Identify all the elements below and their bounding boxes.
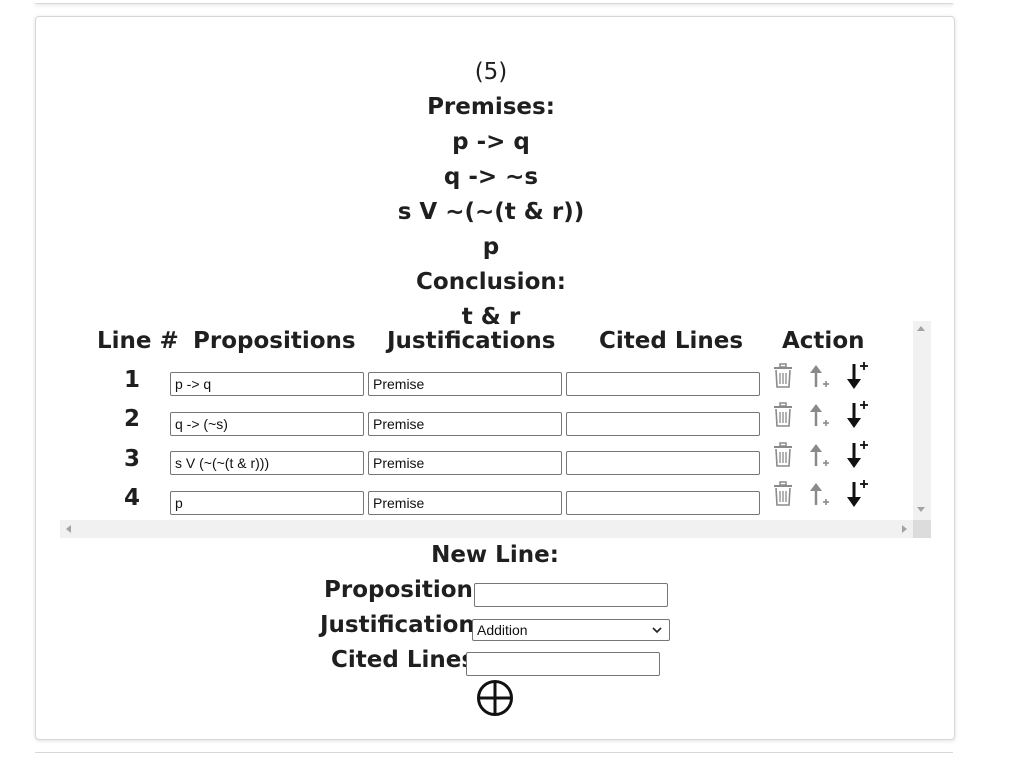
insert-below-icon[interactable] [844, 360, 870, 390]
scroll-left-arrow-icon[interactable] [66, 525, 71, 533]
header-propositions: Propositions [193, 328, 356, 354]
row-4-proposition-input[interactable] [170, 491, 364, 515]
row-4-cited-input[interactable] [566, 491, 760, 515]
row-2-cited-input[interactable] [566, 412, 760, 436]
row-1-justification-input[interactable] [368, 372, 562, 396]
insert-below-icon[interactable] [844, 478, 870, 508]
chevron-down-icon [652, 627, 662, 634]
new-justification-selected: Addition [477, 622, 528, 638]
scroll-right-arrow-icon[interactable] [902, 525, 907, 533]
vertical-scrollbar[interactable] [913, 321, 931, 521]
trash-icon[interactable] [772, 442, 794, 468]
new-cited-lines-input[interactable] [466, 652, 660, 676]
row-2-number: 2 [123, 406, 140, 432]
insert-below-icon[interactable] [844, 439, 870, 469]
trash-icon[interactable] [772, 402, 794, 428]
trash-icon[interactable] [772, 481, 794, 507]
horizontal-scrollbar[interactable] [60, 520, 931, 538]
row-3-proposition-input[interactable] [170, 451, 364, 475]
scroll-up-arrow-icon[interactable] [917, 326, 925, 331]
premises-label: Premises: [427, 94, 555, 120]
premise-3: s V ~(~(t & r)) [397, 199, 585, 225]
scrollbar-corner [913, 520, 931, 538]
problem-number: (5) [474, 59, 508, 85]
row-4-number: 4 [123, 485, 140, 511]
move-up-icon[interactable] [808, 402, 832, 428]
scroll-down-arrow-icon[interactable] [917, 507, 925, 512]
row-1-number: 1 [123, 367, 140, 393]
header-cited-lines: Cited Lines [599, 328, 744, 354]
premise-1: p -> q [452, 129, 530, 155]
row-1-cited-input[interactable] [566, 372, 760, 396]
premise-2: q -> ~s [443, 164, 539, 190]
row-4-justification-input[interactable] [368, 491, 562, 515]
new-proposition-input[interactable] [474, 583, 668, 607]
move-up-icon[interactable] [808, 481, 832, 507]
row-3-cited-input[interactable] [566, 451, 760, 475]
row-3-number: 3 [123, 446, 140, 472]
insert-below-icon[interactable] [844, 399, 870, 429]
new-cited-lines-label: Cited Lines: [331, 647, 485, 673]
row-3-justification-input[interactable] [368, 451, 562, 475]
move-up-icon[interactable] [808, 442, 832, 468]
header-action: Action [782, 328, 865, 354]
row-2-justification-input[interactable] [368, 412, 562, 436]
new-proposition-label: Proposition: [324, 577, 483, 603]
problem-statement: (5) Premises: p -> q q -> ~s s V ~(~(t &… [36, 55, 954, 335]
conclusion-label: Conclusion: [416, 269, 566, 295]
row-1-proposition-input[interactable] [170, 372, 364, 396]
next-card-edge [35, 752, 953, 757]
circled-plus-icon[interactable] [476, 679, 514, 717]
header-justifications: Justifications [387, 328, 556, 354]
problem-card: (5) Premises: p -> q q -> ~s s V ~(~(t &… [35, 16, 955, 740]
previous-card-edge [35, 0, 953, 4]
trash-icon[interactable] [772, 363, 794, 389]
premise-4: p [482, 234, 500, 260]
move-up-icon[interactable] [808, 363, 832, 389]
new-justification-select[interactable]: Addition [472, 619, 670, 641]
header-line-number: Line # [97, 328, 179, 354]
new-justification-label: Justification: [320, 612, 484, 638]
new-line-title: New Line: [431, 542, 559, 568]
row-2-proposition-input[interactable] [170, 412, 364, 436]
